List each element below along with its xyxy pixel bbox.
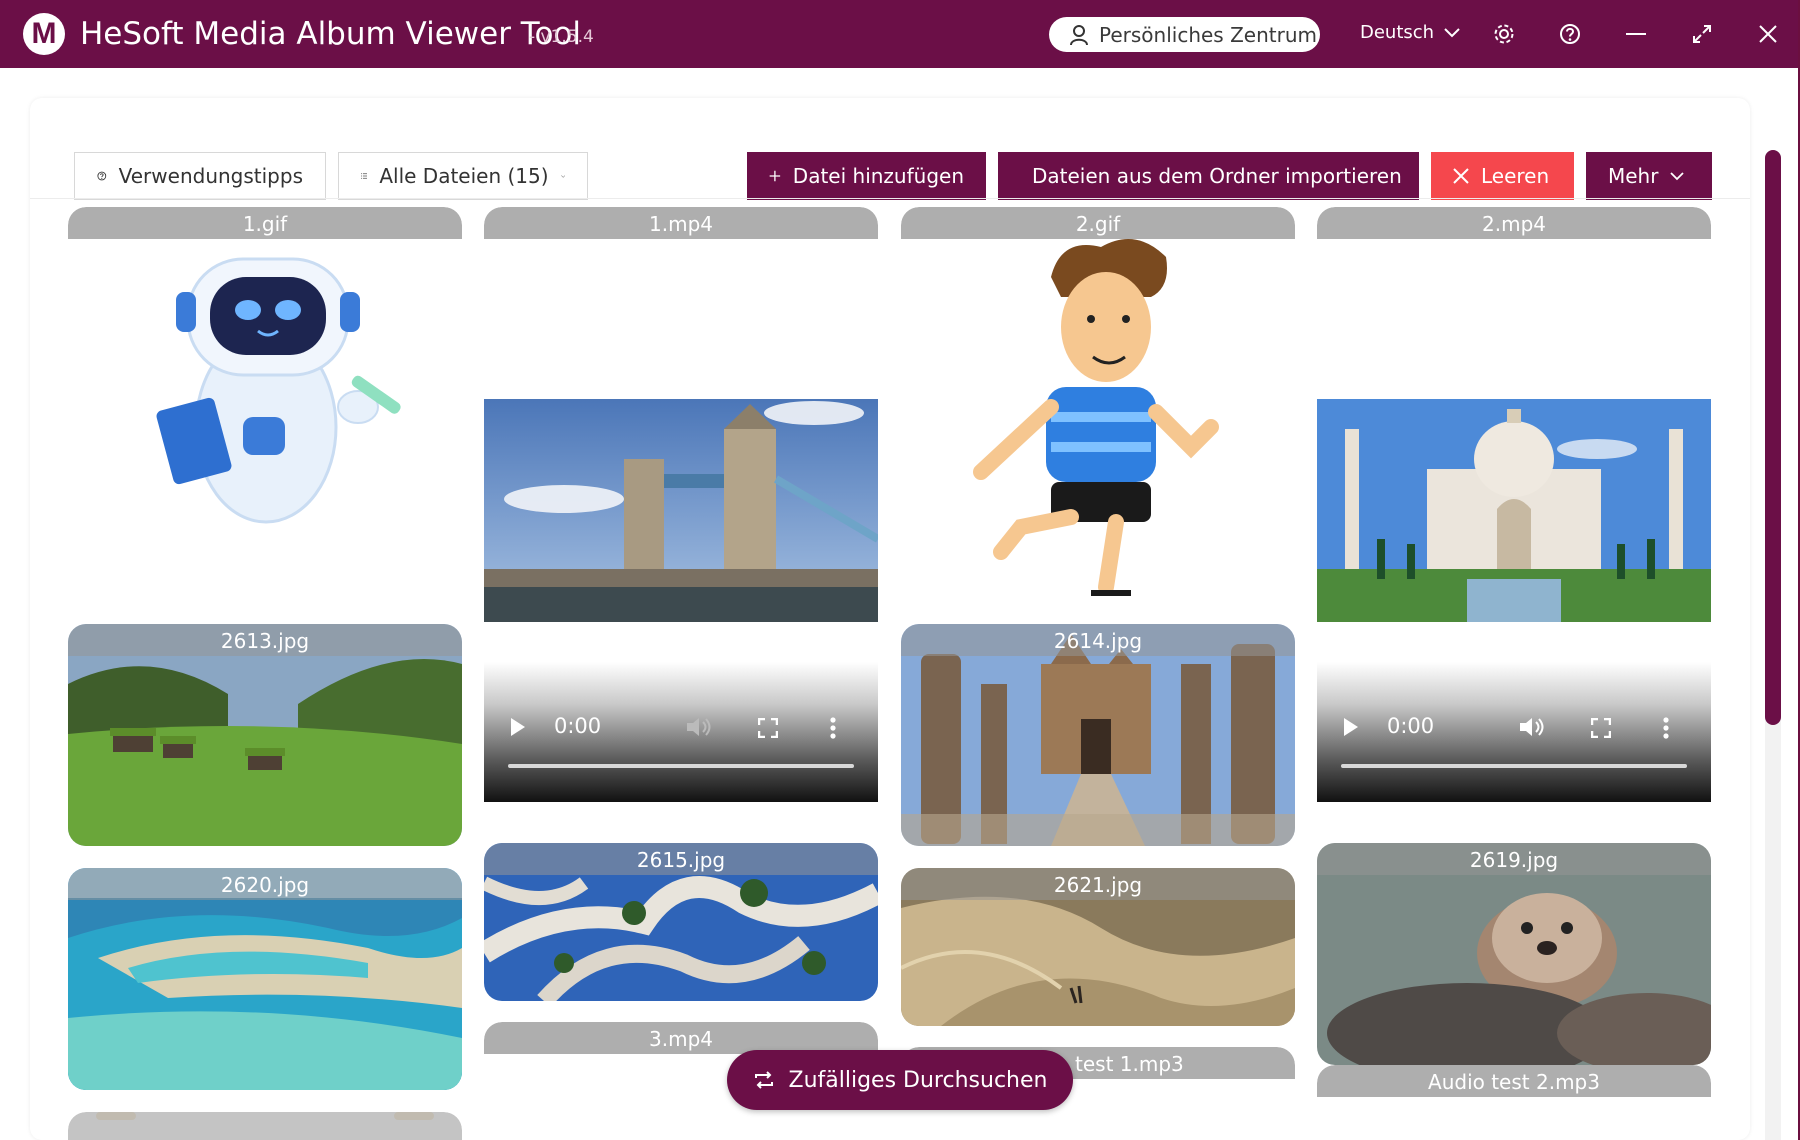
language-label: Deutsch xyxy=(1360,22,1435,43)
taj-mahal-thumbnail xyxy=(1317,399,1711,622)
play-icon[interactable] xyxy=(1343,717,1359,737)
chevron-down-icon xyxy=(1670,171,1685,180)
media-tile-2619-jpg[interactable]: 2619.jpg xyxy=(1317,843,1711,1065)
sea-otter-image xyxy=(1317,843,1711,1065)
maximize-icon[interactable] xyxy=(1688,20,1716,48)
content-area: Verwendungstipps Alle Dateien (15) Datei… xyxy=(0,68,1798,1140)
tile-name: 1.mp4 xyxy=(484,207,878,239)
media-tile-2-gif[interactable]: 2.gif xyxy=(901,207,1295,602)
user-icon xyxy=(1070,24,1088,45)
app-window: M HeSoft Media Album Viewer Tool - v1.5.… xyxy=(0,0,1800,1140)
main-panel: Verwendungstipps Alle Dateien (15) Datei… xyxy=(30,98,1750,1140)
tile-name: 2621.jpg xyxy=(901,868,1295,900)
video-time: 0:00 xyxy=(554,714,602,738)
more-dropdown-button[interactable]: Mehr xyxy=(1586,152,1712,200)
temple-ruins-image xyxy=(901,624,1295,846)
close-icon xyxy=(1453,168,1469,184)
faroe-landscape-image xyxy=(68,624,462,846)
file-filter-dropdown[interactable]: Alle Dateien (15) xyxy=(338,152,588,200)
video-progress-bar[interactable] xyxy=(508,764,854,768)
plus-icon xyxy=(769,170,781,182)
media-tile-2615-jpg[interactable]: 2615.jpg xyxy=(484,843,878,1001)
more-vertical-icon[interactable] xyxy=(830,717,836,739)
random-browse-button[interactable]: Zufälliges Durchsuchen xyxy=(727,1050,1073,1110)
video-player-controls[interactable]: 0:00 xyxy=(484,662,878,802)
media-tile-audio-test-2[interactable]: Audio test 2.mp3 xyxy=(1317,1065,1711,1140)
help-icon xyxy=(97,171,107,181)
tile-name: 2.mp4 xyxy=(1317,207,1711,239)
media-tile-partial[interactable] xyxy=(68,1112,462,1140)
media-tile-2614-jpg[interactable]: 2614.jpg xyxy=(901,624,1295,846)
logo-letter: M xyxy=(31,17,57,50)
video-player-controls[interactable]: 0:00 xyxy=(1317,662,1711,802)
scrollbar-thumb[interactable] xyxy=(1765,150,1781,725)
settings-gear-icon[interactable] xyxy=(1490,20,1518,48)
mute-icon[interactable] xyxy=(686,716,712,738)
media-tile-2-mp4[interactable]: 2.mp4 0:00 xyxy=(1317,207,1711,822)
close-icon[interactable] xyxy=(1754,20,1782,48)
shuffle-repeat-icon xyxy=(754,1071,773,1089)
tile-name: 1.gif xyxy=(68,207,462,239)
play-icon[interactable] xyxy=(510,717,526,737)
tile-name: 2613.jpg xyxy=(68,624,462,656)
media-tile-1-mp4[interactable]: 1.mp4 0:00 xyxy=(484,207,878,822)
tile-name: 2615.jpg xyxy=(484,843,878,875)
import-folder-button[interactable]: Dateien aus dem Ordner importieren xyxy=(998,152,1419,200)
usage-tips-label: Verwendungstipps xyxy=(118,164,303,188)
fullscreen-icon[interactable] xyxy=(758,718,778,738)
app-version: - v1.5.4 xyxy=(529,27,594,47)
personal-center-label: Persönliches Zentrum xyxy=(1099,22,1317,47)
title-bar: M HeSoft Media Album Viewer Tool - v1.5.… xyxy=(0,0,1798,68)
tile-label-partial xyxy=(68,1112,462,1140)
usage-tips-button[interactable]: Verwendungstipps xyxy=(74,152,326,200)
media-tile-1-gif[interactable]: 1.gif xyxy=(68,207,462,567)
minimize-icon[interactable] xyxy=(1622,20,1650,48)
chevron-down-icon xyxy=(560,174,565,178)
personal-center-button[interactable]: Persönliches Zentrum xyxy=(1049,17,1320,52)
media-tile-2621-jpg[interactable]: 2621.jpg xyxy=(901,868,1295,1026)
chevron-down-icon xyxy=(1444,27,1460,37)
vertical-scrollbar[interactable] xyxy=(1765,150,1781,1140)
clear-button[interactable]: Leeren xyxy=(1431,152,1574,200)
clear-label: Leeren xyxy=(1481,164,1550,188)
media-gallery: 1.gif 1.mp4 0:00 2.gif 2.mp4 0:00 2613.j… xyxy=(30,199,1750,1140)
app-title: HeSoft Media Album Viewer Tool xyxy=(80,16,582,52)
video-time: 0:00 xyxy=(1387,714,1435,738)
fullscreen-icon[interactable] xyxy=(1591,718,1611,738)
list-icon xyxy=(361,173,368,179)
add-file-button[interactable]: Datei hinzufügen xyxy=(747,152,986,200)
media-tile-2613-jpg[interactable]: 2613.jpg xyxy=(68,624,462,846)
tower-bridge-thumbnail xyxy=(484,399,878,622)
more-vertical-icon[interactable] xyxy=(1663,717,1669,739)
tile-name: 2614.jpg xyxy=(901,624,1295,656)
tile-name: 2619.jpg xyxy=(1317,843,1711,875)
robot-image xyxy=(68,207,462,567)
volume-icon[interactable] xyxy=(1519,716,1545,738)
tile-name: Audio test 2.mp3 xyxy=(1317,1065,1711,1097)
running-boy-image xyxy=(901,207,1295,602)
reef-aerial-image xyxy=(68,868,462,1090)
add-file-label: Datei hinzufügen xyxy=(792,164,964,188)
random-browse-label: Zufälliges Durchsuchen xyxy=(788,1067,1048,1093)
media-tile-2620-jpg[interactable]: 2620.jpg xyxy=(68,868,462,1090)
app-logo-icon: M xyxy=(23,13,65,55)
video-progress-bar[interactable] xyxy=(1341,764,1687,768)
file-filter-label: Alle Dateien (15) xyxy=(379,164,549,188)
tile-name: 2.gif xyxy=(901,207,1295,239)
import-folder-label: Dateien aus dem Ordner importieren xyxy=(1032,164,1402,188)
language-selector[interactable]: Deutsch xyxy=(1360,22,1460,43)
help-icon[interactable] xyxy=(1556,20,1584,48)
tile-name: 2620.jpg xyxy=(68,868,462,900)
more-label: Mehr xyxy=(1608,164,1659,188)
